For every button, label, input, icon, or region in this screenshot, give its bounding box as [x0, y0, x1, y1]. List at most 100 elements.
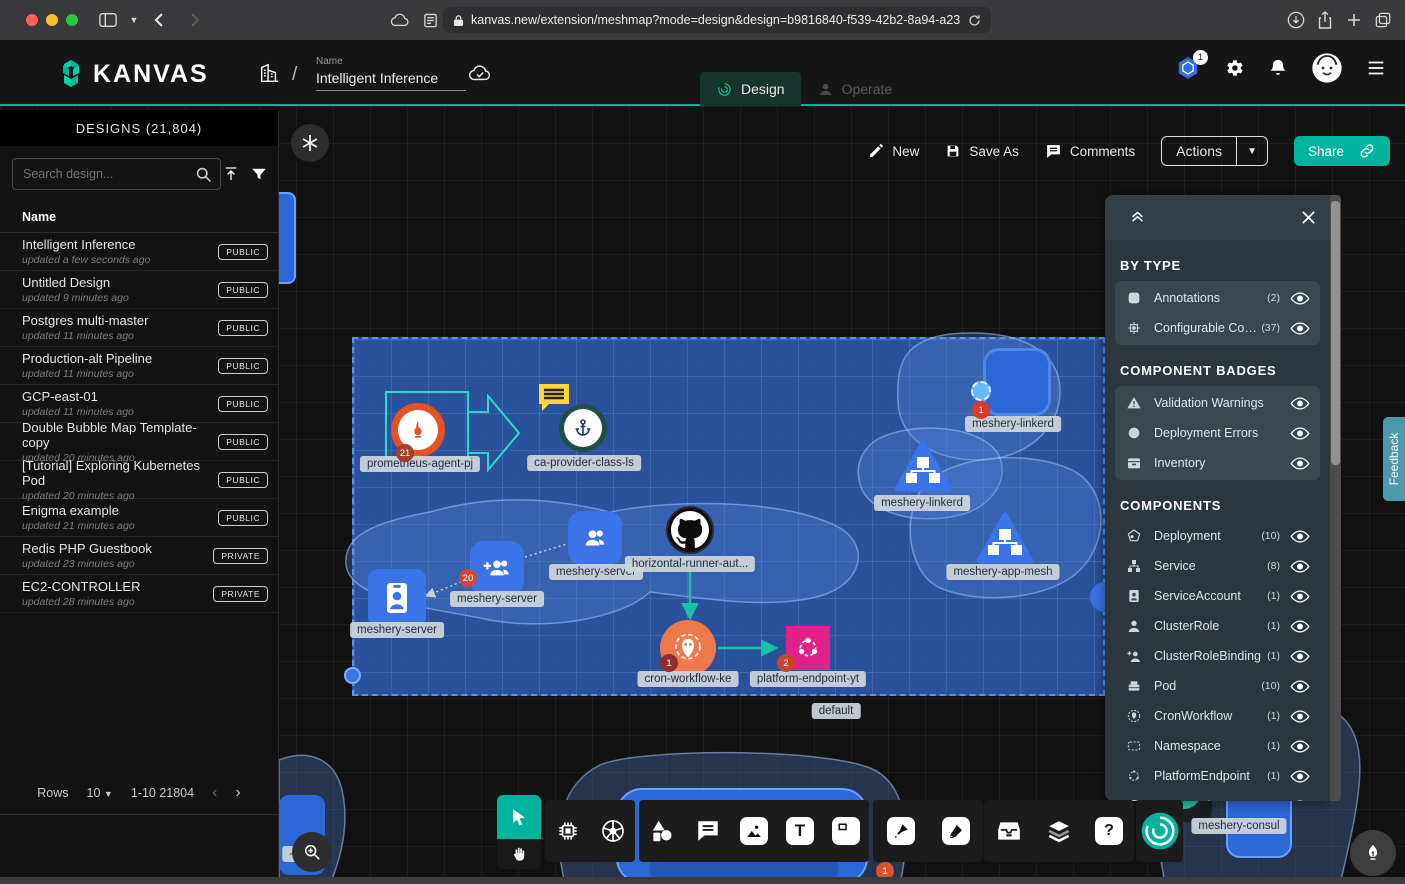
panel-scrollbar-thumb[interactable] — [1331, 201, 1340, 465]
toggle-visibility-eye-icon[interactable] — [1290, 289, 1312, 307]
icloud-icon[interactable] — [388, 8, 412, 32]
back-button[interactable] — [148, 8, 172, 32]
kubernetes-tool-button[interactable] — [593, 811, 633, 851]
pen-tool-button[interactable] — [881, 811, 921, 851]
panel-row[interactable]: Pod (10) — [1115, 671, 1320, 701]
organization-icon[interactable] — [258, 62, 280, 84]
toggle-visibility-eye-icon[interactable] — [1290, 424, 1312, 442]
node-meshery-server-serviceaccount[interactable] — [368, 569, 426, 627]
help-tool-button[interactable]: ? — [1089, 811, 1129, 851]
toggle-visibility-eye-icon[interactable] — [1290, 647, 1312, 665]
chevron-down-icon[interactable]: ▼ — [1236, 137, 1267, 165]
toggle-visibility-eye-icon[interactable] — [1290, 587, 1312, 605]
tab-operate[interactable]: Operate — [801, 72, 909, 106]
design-list-item[interactable]: [Tutorial] Exploring Kubernetes Pod upda… — [0, 461, 278, 499]
toggle-visibility-eye-icon[interactable] — [1290, 617, 1312, 635]
drawer-tool-button[interactable] — [989, 811, 1029, 851]
shapes-tool-button[interactable] — [642, 811, 682, 851]
image-tool-button[interactable] — [734, 811, 774, 851]
node-meshery-server-clusterrole[interactable] — [568, 511, 622, 565]
panel-row[interactable]: ClusterRoleBinding (1) — [1115, 641, 1320, 671]
minimize-window-button[interactable] — [46, 14, 58, 26]
select-tool-button[interactable] — [497, 795, 541, 839]
pan-tool-button[interactable] — [497, 839, 541, 869]
search-icon[interactable] — [195, 166, 212, 183]
pencil-tool-button[interactable] — [936, 811, 976, 851]
reader-icon[interactable] — [418, 8, 442, 32]
toggle-visibility-eye-icon[interactable] — [1290, 707, 1312, 725]
node-meshery-app-mesh[interactable] — [976, 512, 1034, 564]
panel-row[interactable]: ClusterRole (1) — [1115, 611, 1320, 641]
tab-overview-icon[interactable] — [1371, 8, 1395, 32]
panel-row[interactable]: Namespace (1) — [1115, 731, 1320, 761]
toggle-visibility-eye-icon[interactable] — [1290, 394, 1312, 412]
next-page-button[interactable]: › — [235, 784, 240, 802]
toggle-visibility-eye-icon[interactable] — [1290, 454, 1312, 472]
layers-tool-button[interactable] — [1039, 811, 1079, 851]
node-ca-provider[interactable] — [559, 404, 607, 452]
panel-row[interactable]: Validation Warnings — [1115, 388, 1320, 418]
new-button[interactable]: New — [868, 143, 919, 159]
design-list-item[interactable]: GCP-east-01 updated 11 minutes ago PUBLI… — [0, 385, 278, 423]
panel-row[interactable]: Deployment Errors — [1115, 418, 1320, 448]
settings-gear-icon[interactable] — [1223, 57, 1245, 79]
panel-row[interactable]: PlatformEndpoint (1) — [1115, 761, 1320, 791]
panel-row[interactable]: Inventory — [1115, 448, 1320, 478]
panel-scrollbar[interactable] — [1330, 195, 1341, 801]
chevron-down-icon[interactable]: ▼ — [122, 8, 146, 32]
feedback-tab[interactable]: Feedback — [1383, 417, 1405, 501]
selection-handle[interactable] — [344, 667, 361, 684]
collapse-panel-icon[interactable] — [1129, 209, 1146, 226]
design-list-item[interactable]: EC2-CONTROLLER updated 28 minutes ago PR… — [0, 575, 278, 613]
panel-row[interactable]: Configurable Components (37) — [1115, 313, 1320, 343]
design-list-item[interactable]: Production-alt Pipeline updated 11 minut… — [0, 347, 278, 385]
reload-icon[interactable] — [968, 14, 981, 27]
design-list-item[interactable]: Intelligent Inference updated a few seco… — [0, 233, 278, 271]
comment-tool-button[interactable] — [688, 811, 728, 851]
toggle-visibility-eye-icon[interactable] — [1290, 797, 1312, 801]
components-tool-button[interactable] — [548, 811, 588, 851]
downloads-icon[interactable] — [1284, 8, 1308, 32]
design-name-input[interactable] — [316, 70, 466, 91]
panel-row[interactable]: Service (8) — [1115, 551, 1320, 581]
share-page-icon[interactable] — [1313, 8, 1337, 32]
panel-row[interactable]: CronWorkflow (1) — [1115, 701, 1320, 731]
node-meshery-server-clusterrolebinding[interactable] — [470, 541, 524, 595]
maximize-window-button[interactable] — [66, 14, 78, 26]
notifications-bell-icon[interactable] — [1267, 57, 1289, 79]
forward-button[interactable] — [182, 8, 206, 32]
node-meshery-linkerd-service[interactable] — [894, 440, 952, 492]
freeze-layout-button[interactable] — [291, 124, 329, 162]
import-design-icon[interactable] — [222, 165, 240, 183]
close-window-button[interactable] — [26, 14, 38, 26]
toggle-visibility-eye-icon[interactable] — [1290, 677, 1312, 695]
comment-annotation-icon[interactable] — [536, 382, 572, 413]
panel-row[interactable]: Annotations (2) — [1115, 283, 1320, 313]
hamburger-menu-icon[interactable] — [1365, 57, 1387, 79]
toggle-visibility-eye-icon[interactable] — [1290, 767, 1312, 785]
text-tool-button[interactable]: T — [780, 811, 820, 851]
toggle-visibility-eye-icon[interactable] — [1290, 557, 1312, 575]
node-horizontal-runner[interactable] — [666, 506, 714, 554]
panel-row[interactable]: ServiceAccount (1) — [1115, 581, 1320, 611]
design-list-item[interactable]: Redis PHP Guestbook updated 23 minutes a… — [0, 537, 278, 575]
toggle-visibility-eye-icon[interactable] — [1290, 527, 1312, 545]
tab-design[interactable]: Design — [700, 72, 801, 106]
sidebar-toggle-icon[interactable] — [96, 8, 120, 32]
drawing-mode-button[interactable] — [1350, 830, 1396, 876]
design-list-item[interactable]: Untitled Design updated 9 minutes ago PU… — [0, 271, 278, 309]
zoom-button[interactable] — [292, 832, 332, 872]
design-list-item[interactable]: Postgres multi-master updated 11 minutes… — [0, 309, 278, 347]
filter-icon[interactable] — [250, 165, 268, 183]
save-as-button[interactable]: Save As — [945, 143, 1019, 159]
new-tab-icon[interactable] — [1342, 8, 1366, 32]
meshery-logo-button[interactable] — [1140, 811, 1180, 851]
user-avatar[interactable] — [1311, 52, 1343, 84]
rectangle-tool-button[interactable] — [826, 811, 866, 851]
node-meshery-linkerd-deployment[interactable] — [983, 348, 1051, 416]
panel-row[interactable]: Deployment (10) — [1115, 521, 1320, 551]
environment-button[interactable]: 1 — [1175, 55, 1201, 81]
design-list-item[interactable]: Double Bubble Map Template-copy updated … — [0, 423, 278, 461]
toggle-visibility-eye-icon[interactable] — [1290, 319, 1312, 337]
comments-button[interactable]: Comments — [1045, 143, 1135, 160]
